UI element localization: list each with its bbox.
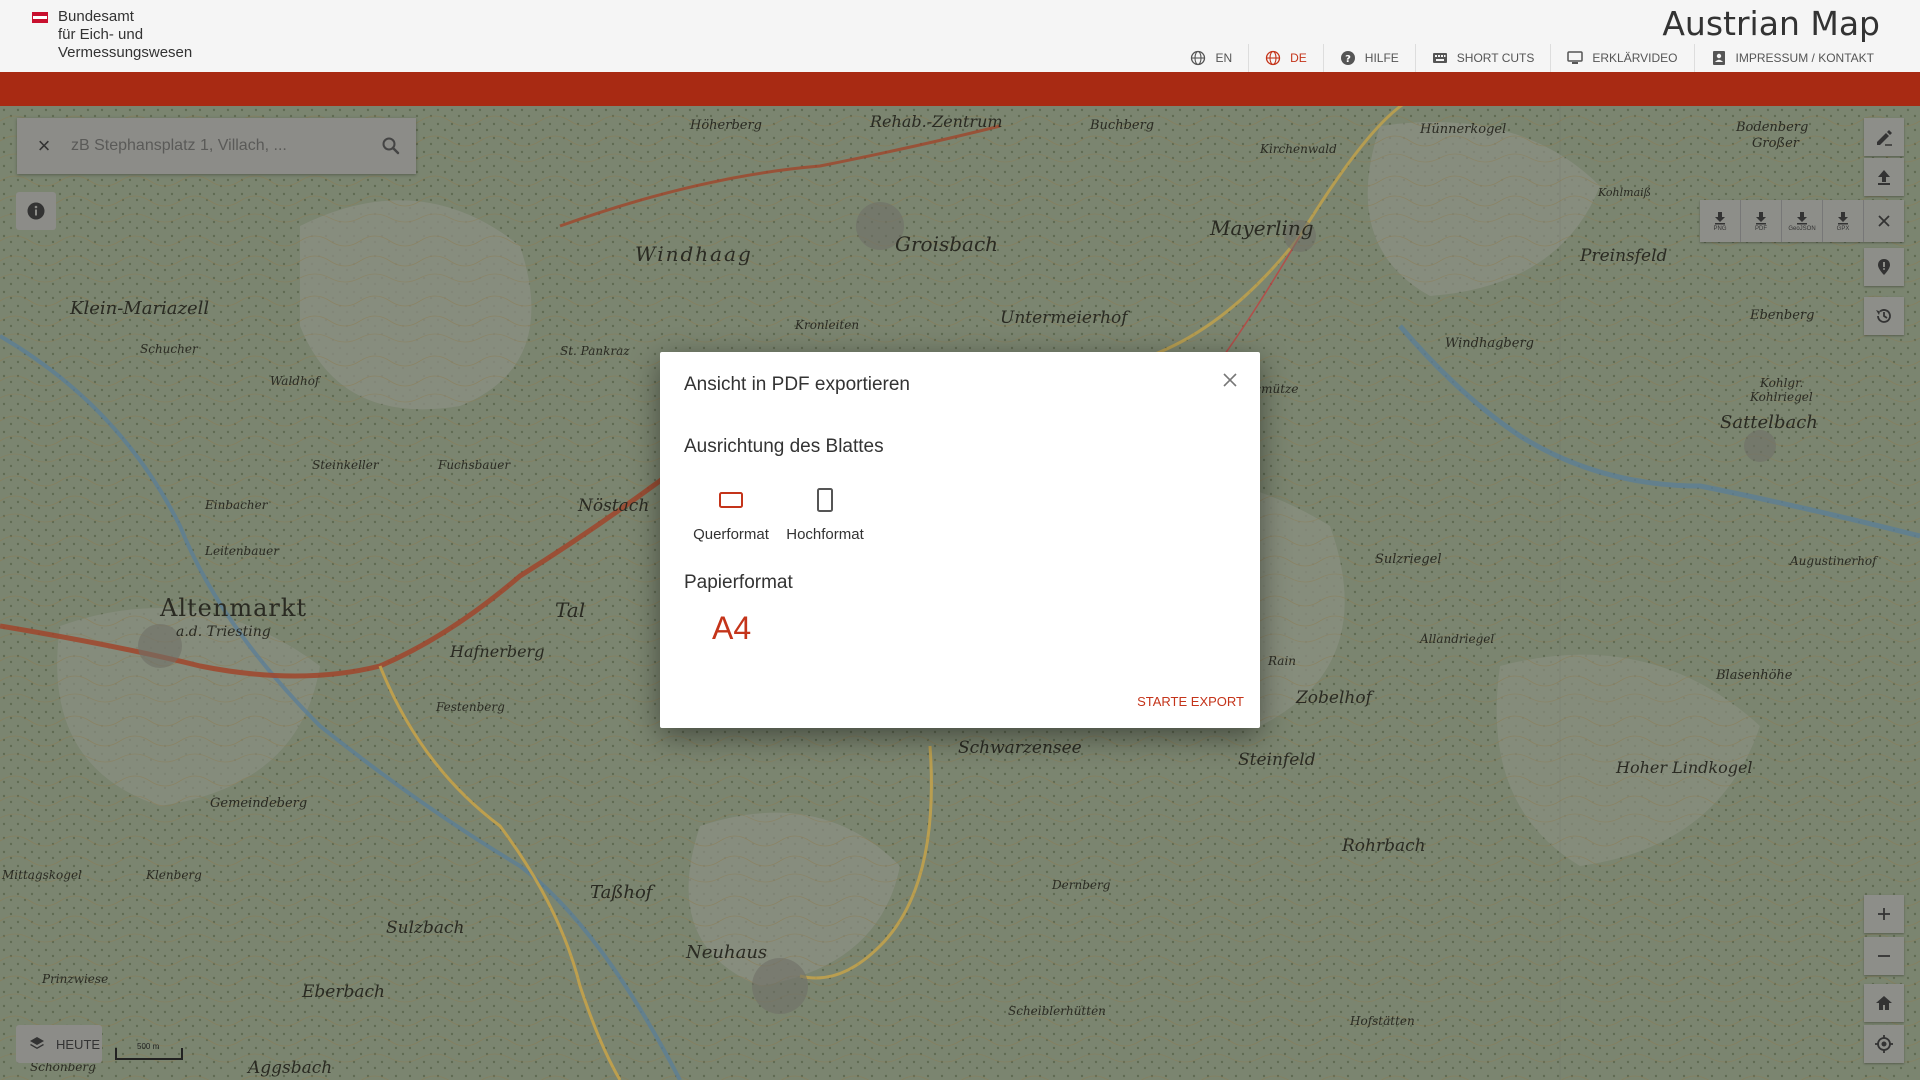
dialog-title: Ansicht in PDF exportieren bbox=[684, 374, 910, 395]
close-dialog-button[interactable] bbox=[1218, 368, 1242, 392]
orientation-portrait-option[interactable]: Hochformat bbox=[780, 482, 870, 543]
pdf-export-dialog: Ansicht in PDF exportieren Ausrichtung d… bbox=[660, 352, 1260, 728]
orientation-label: Hochformat bbox=[786, 526, 864, 543]
orientation-landscape-option[interactable]: Querformat bbox=[686, 482, 776, 543]
orientation-label: Querformat bbox=[693, 526, 769, 543]
orientation-heading: Ausrichtung des Blattes bbox=[684, 436, 884, 457]
paper-format-a4-option[interactable]: A4 bbox=[712, 610, 751, 647]
close-icon bbox=[1223, 373, 1237, 387]
start-export-button[interactable]: STARTE EXPORT bbox=[1137, 694, 1244, 709]
landscape-icon bbox=[686, 482, 776, 518]
portrait-icon bbox=[780, 482, 870, 518]
paper-format-heading: Papierformat bbox=[684, 572, 793, 593]
